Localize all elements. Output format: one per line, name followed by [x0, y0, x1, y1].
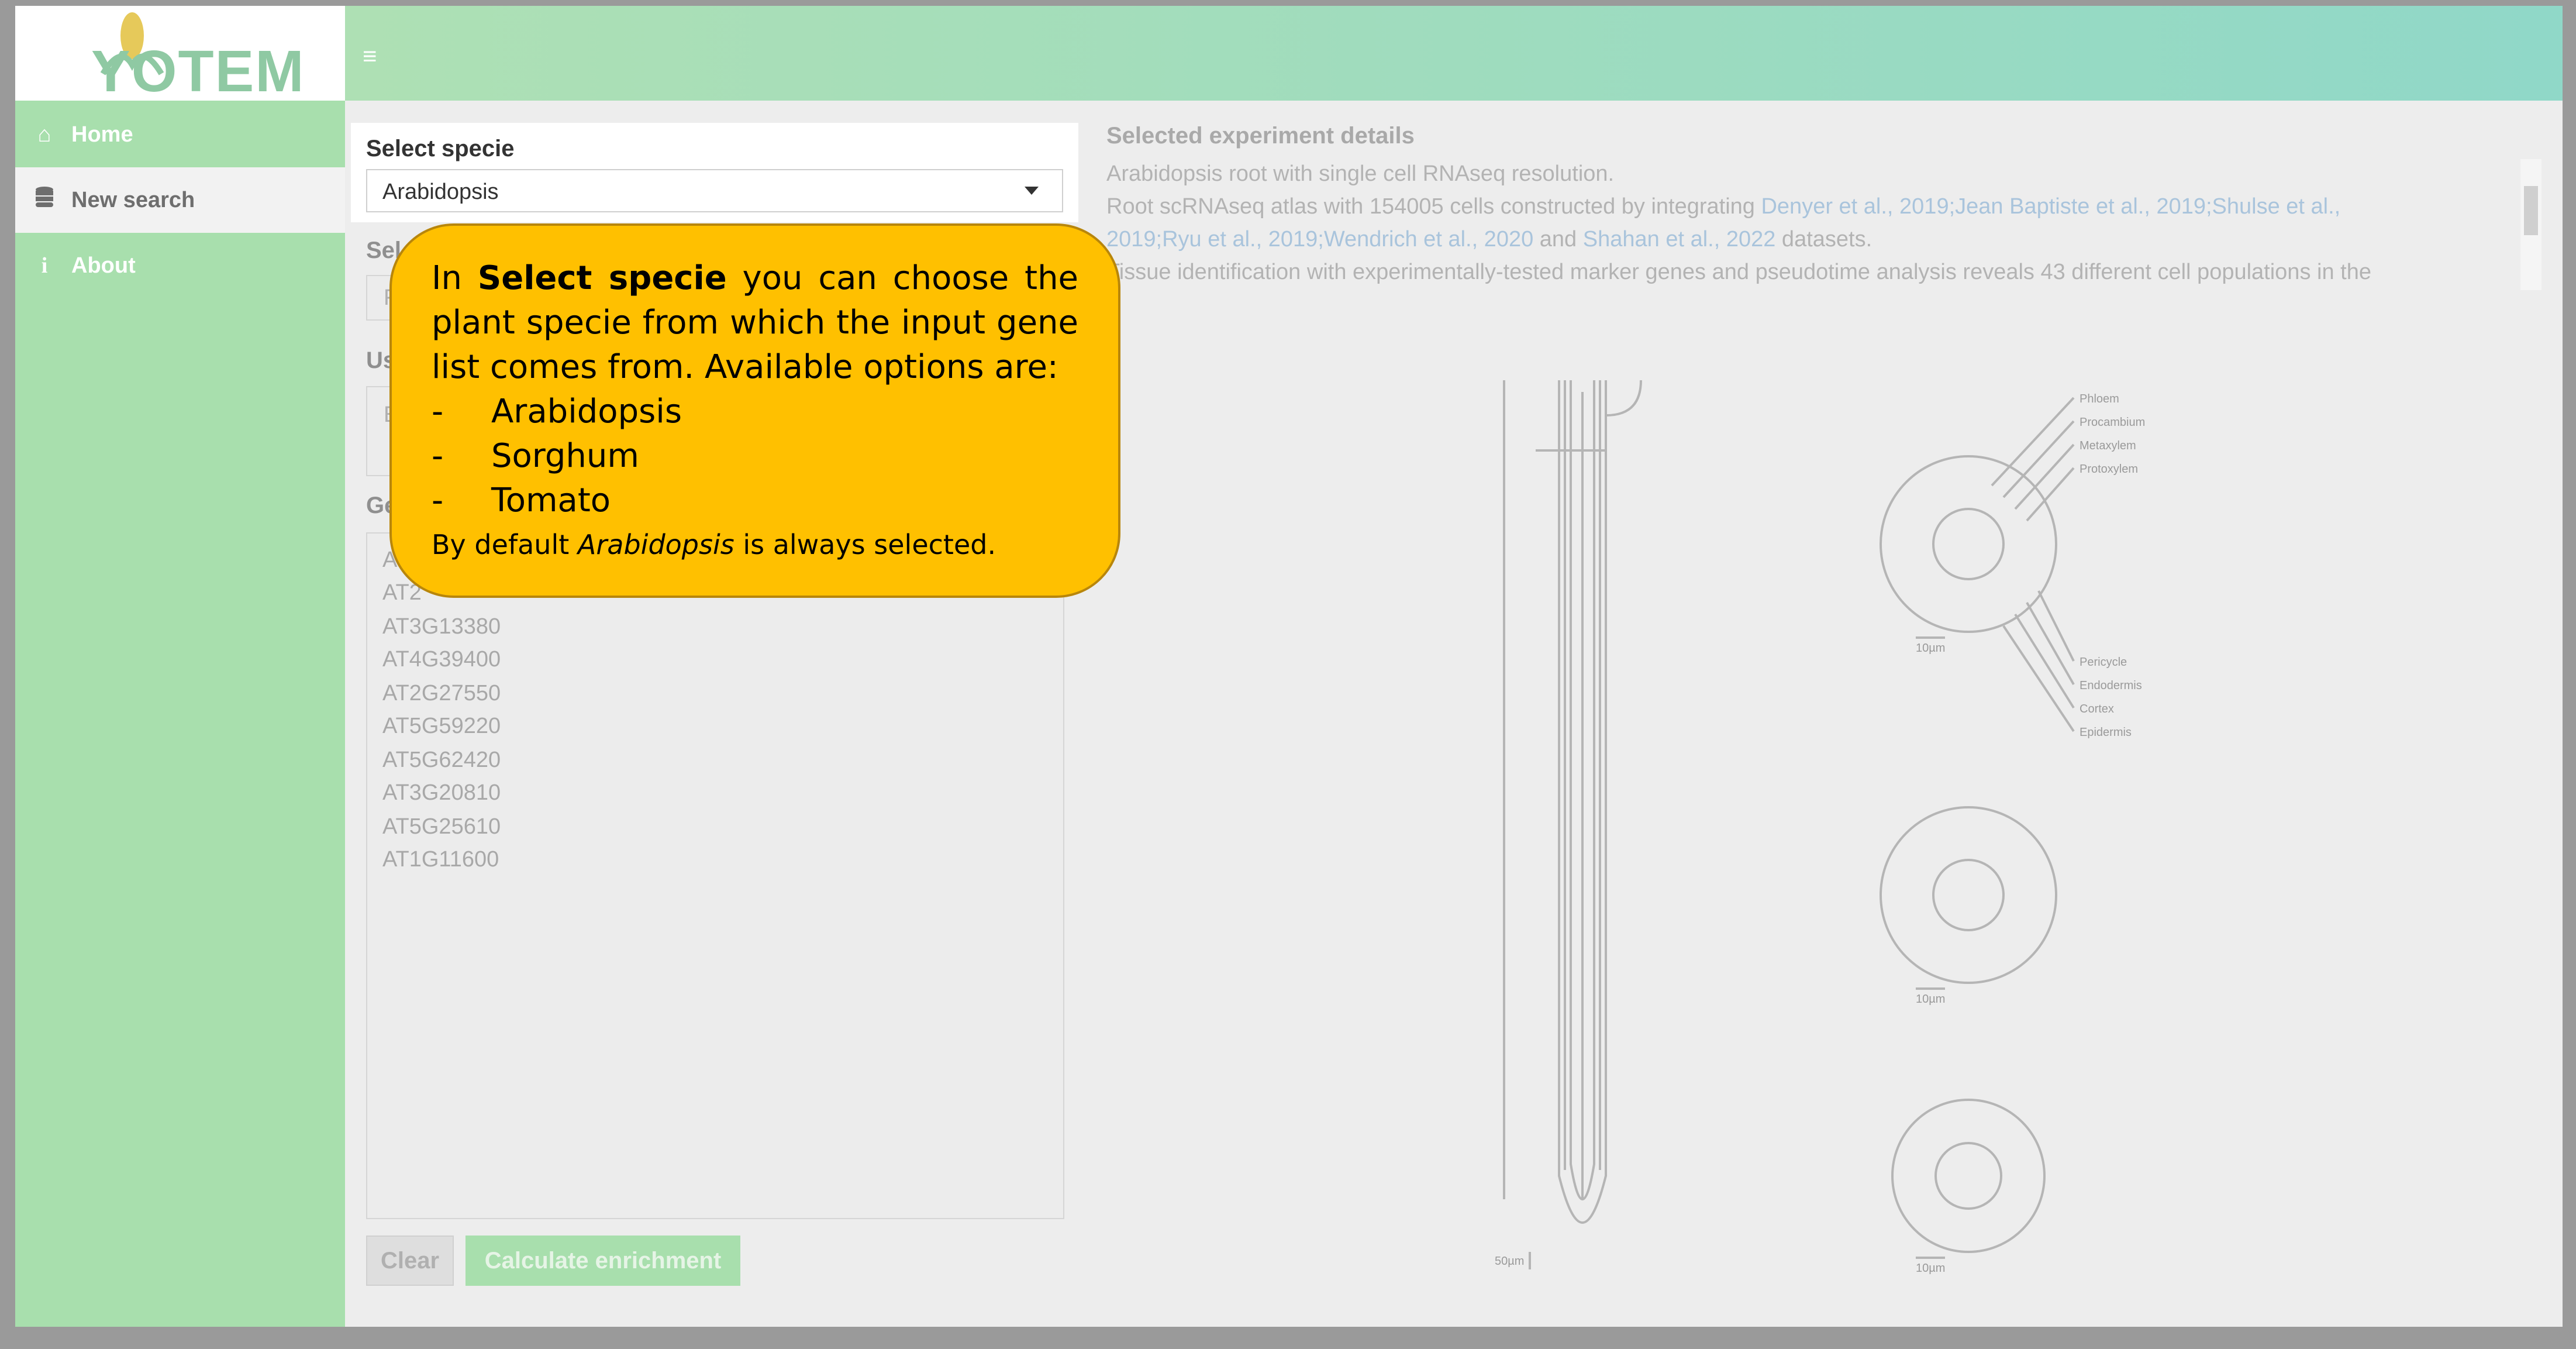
- details-scrollbar[interactable]: [2520, 159, 2541, 290]
- scale-label: 10µm: [1916, 1262, 1945, 1275]
- database-icon: [26, 186, 63, 214]
- tooltip-italic: Arabidopsis: [577, 529, 734, 560]
- sidebar-item-about[interactable]: i About: [15, 233, 345, 298]
- citation-links[interactable]: Denyer et al., 2019;Jean Baptiste et al.…: [1761, 194, 2340, 219]
- chevron-down-icon: [1025, 187, 1039, 195]
- gene-line: AT5G59220: [382, 714, 501, 738]
- tooltip-text: is always selected.: [734, 529, 996, 560]
- gene-line: AT4G39400: [382, 647, 501, 672]
- tooltip-text: By default: [432, 529, 578, 560]
- gene-line: AT1G11600: [382, 847, 499, 872]
- scale-label: 50µm: [1495, 1255, 1524, 1268]
- citation-links[interactable]: 2019;Ryu et al., 2019;Wendrich et al., 2…: [1106, 227, 1533, 252]
- option-label: Arabidopsis: [491, 393, 682, 431]
- details-text: datasets.: [1775, 227, 1872, 252]
- diagram-label: Endodermis: [2080, 679, 2142, 692]
- sidebar-item-label: New search: [71, 187, 195, 212]
- gene-line: AT3G13380: [382, 614, 501, 639]
- info-icon: i: [41, 253, 48, 278]
- specie-select[interactable]: Arabidopsis: [366, 169, 1063, 212]
- tooltip-option: - Arabidopsis: [432, 390, 1078, 434]
- citation-link[interactable]: Shahan et al., 2022: [1583, 227, 1776, 252]
- help-tooltip: In Select specie you can choose the plan…: [389, 223, 1120, 598]
- scale-label: 10µm: [1916, 993, 1945, 1006]
- sidebar: YOTEM ⌂ Home New search i About: [15, 6, 345, 1327]
- diagram-label: Epidermis: [2080, 726, 2132, 739]
- details-line: Tissue identification with experimentall…: [1106, 260, 2371, 284]
- home-icon: ⌂: [37, 122, 51, 147]
- details-line: Arabidopsis root with single cell RNAseq…: [1106, 161, 1615, 186]
- specie-select-value: Arabidopsis: [382, 180, 499, 204]
- sidebar-item-label: Home: [71, 122, 133, 147]
- sidebar-item-label: About: [71, 253, 136, 278]
- dash: -: [432, 393, 444, 431]
- gene-line: AT5G25610: [382, 814, 501, 839]
- tooltip-text: In: [432, 259, 478, 297]
- details-line: Root scRNAseq atlas with 154005 cells co…: [1106, 194, 2510, 219]
- root-anatomy-diagram: Phloem Procambium Metaxylem Protoxylem P…: [1495, 380, 2145, 1275]
- top-bar: ≡: [345, 6, 2563, 101]
- diagram-label: Protoxylem: [2080, 463, 2138, 476]
- logo-text: YOTEM: [91, 39, 305, 104]
- option-label: Sorghum: [491, 437, 639, 475]
- diagram-label: Pericycle: [2080, 656, 2127, 669]
- hamburger-menu-icon[interactable]: ≡: [363, 42, 377, 70]
- details-text: and: [1533, 227, 1583, 252]
- gene-line: AT5G62420: [382, 748, 501, 772]
- dash: -: [432, 481, 444, 519]
- tooltip-footer: By default Arabidopsis is always selecte…: [432, 526, 1078, 563]
- gene-line: AT2G27550: [382, 681, 501, 706]
- option-label: Tomato: [491, 481, 611, 519]
- tooltip-option: - Sorghum: [432, 434, 1078, 479]
- tooltip-intro: In Select specie you can choose the plan…: [432, 256, 1078, 390]
- sidebar-item-home[interactable]: ⌂ Home: [15, 102, 345, 167]
- calculate-enrichment-button[interactable]: Calculate enrichment: [465, 1236, 740, 1286]
- diagram-label: Procambium: [2080, 416, 2145, 429]
- gene-line: AT3G20810: [382, 780, 501, 805]
- experiment-details-title: Selected experiment details: [1106, 123, 1415, 149]
- app-window: YOTEM ⌂ Home New search i About ≡ Select…: [15, 6, 2563, 1327]
- tooltip-bold: Select specie: [477, 259, 727, 297]
- tooltip-option: - Tomato: [432, 479, 1078, 523]
- details-text: Root scRNAseq atlas with 154005 cells co…: [1106, 194, 1761, 219]
- diagram-label: Metaxylem: [2080, 439, 2136, 452]
- details-line: 2019;Ryu et al., 2019;Wendrich et al., 2…: [1106, 227, 2510, 252]
- logo[interactable]: YOTEM: [15, 6, 345, 101]
- clear-button[interactable]: Clear: [366, 1236, 454, 1286]
- diagram-label: Cortex: [2080, 703, 2114, 715]
- scale-label: 10µm: [1916, 642, 1945, 655]
- diagram-label: Phloem: [2080, 393, 2119, 405]
- select-specie-label: Select specie: [366, 136, 515, 161]
- dash: -: [432, 437, 444, 475]
- sidebar-item-new-search[interactable]: New search: [15, 167, 345, 233]
- scrollbar-thumb[interactable]: [2524, 186, 2538, 235]
